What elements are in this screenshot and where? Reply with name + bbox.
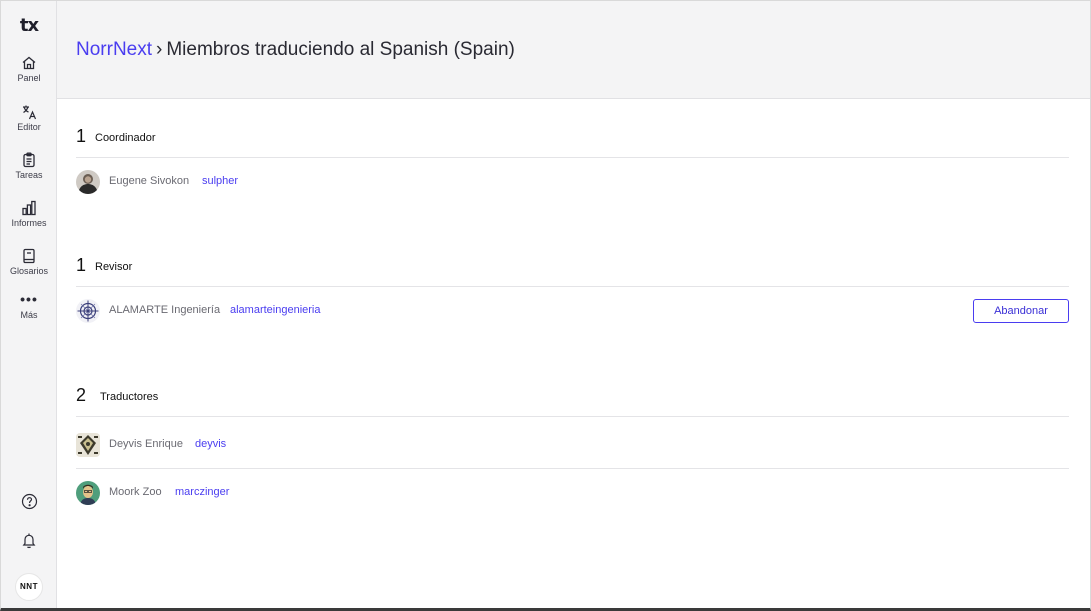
page-header: NorrNext › Miembros traduciendo al Spanish…: [57, 1, 1090, 99]
more-dots-icon: •••: [20, 291, 38, 307]
member-avatar[interactable]: [76, 481, 100, 505]
section-role: Coordinador: [95, 132, 156, 144]
section-header-revisor: 1 Revisor: [76, 255, 1069, 287]
member-name: Moork Zoo: [109, 486, 162, 498]
sidebar-item-glosarios[interactable]: Glosarios: [1, 248, 57, 276]
sidebar-item-label: Glosarios: [9, 266, 48, 276]
sidebar-item-informes[interactable]: Informes: [1, 200, 57, 228]
member-username-link[interactable]: sulpher: [202, 175, 238, 187]
member-avatar[interactable]: [76, 433, 100, 457]
leave-button[interactable]: Abandonar: [973, 299, 1069, 323]
help-icon: [21, 493, 37, 510]
sidebar-item-editor[interactable]: Editor: [1, 104, 57, 132]
project-link[interactable]: NorrNext: [76, 39, 152, 60]
member-username-link[interactable]: alamarteingenieria: [230, 304, 321, 316]
breadcrumb: NorrNext › Miembros traduciendo al Spanish…: [76, 39, 515, 61]
member-name: ALAMARTE Ingeniería: [109, 304, 221, 316]
member-row: ALAMARTE Ingeniería alamarteingenieria A…: [76, 287, 1069, 335]
book-icon: [23, 248, 35, 264]
section-header-traductores: 2 Traductores: [76, 385, 1069, 417]
member-row: Eugene Sivokon sulpher: [76, 158, 1069, 206]
section-count: 1: [76, 255, 87, 275]
sidebar-item-mas[interactable]: ••• Más: [1, 291, 57, 320]
member-avatar[interactable]: [76, 170, 100, 194]
sidebar-item-label: Panel: [17, 73, 41, 83]
page-title: Miembros traduciendo al Spanish (Spain): [166, 39, 515, 60]
sidebar-item-label: Informes: [11, 218, 47, 228]
member-name: Deyvis Enrique: [109, 438, 183, 450]
clipboard-icon: [23, 152, 35, 168]
notifications-button[interactable]: [1, 532, 57, 549]
breadcrumb-separator: ›: [156, 39, 163, 60]
user-avatar[interactable]: NNT: [15, 573, 43, 601]
member-name: Eugene Sivokon: [109, 175, 190, 187]
member-username-link[interactable]: marczinger: [175, 486, 229, 498]
sidebar-item-label: Tareas: [15, 170, 43, 180]
sidebar-item-label: Editor: [17, 122, 41, 132]
member-username-link[interactable]: deyvis: [195, 438, 226, 450]
member-row: Deyvis Enrique deyvis: [76, 421, 1069, 469]
sidebar-item-tareas[interactable]: Tareas: [1, 152, 57, 180]
translate-icon: [23, 105, 37, 120]
section-role: Traductores: [100, 391, 159, 403]
section-count: 1: [76, 126, 87, 146]
sidebar: tx Panel Editor Tareas Informes Glosario…: [1, 1, 57, 608]
home-icon: [22, 56, 36, 70]
sidebar-item-label: Más: [20, 310, 38, 320]
section-role: Revisor: [95, 261, 133, 273]
section-count: 2: [76, 385, 87, 405]
section-header-coordinador: 1 Coordinador: [76, 126, 1069, 158]
bar-chart-icon: [22, 200, 36, 216]
member-avatar[interactable]: [76, 299, 100, 323]
bell-icon: [22, 533, 36, 549]
member-row: Moork Zoo marczinger: [76, 469, 1069, 517]
sidebar-item-panel[interactable]: Panel: [1, 55, 57, 83]
app-logo[interactable]: tx: [1, 15, 57, 36]
help-button[interactable]: [1, 493, 57, 510]
